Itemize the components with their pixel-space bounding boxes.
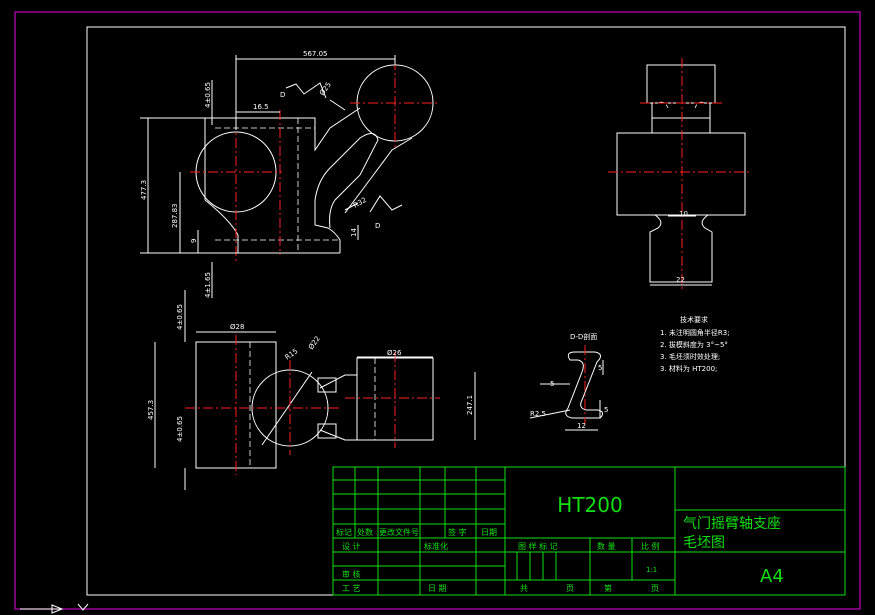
side-foot (649, 214, 713, 283)
sec-dim-12: 12 (577, 422, 586, 430)
review-label: 审 核 (342, 569, 361, 579)
dim-r32: R32 (352, 196, 368, 210)
dim-tol-065-top: 4±0.65 (176, 304, 184, 330)
section-arrow-bot (369, 195, 403, 213)
side-main-block (616, 132, 746, 216)
dim-tol-bot: 4±1.65 (204, 272, 212, 298)
note-line: 2. 拔模斜度为 3°~5° (660, 340, 728, 349)
title-block: HT200 气门摇臂轴支座 毛坯图 A4 1:1 标记 处数 更改文件号 签 字… (332, 466, 846, 596)
dim-r15: R15 (284, 347, 300, 361)
section-title: D-D剖面 (570, 332, 597, 341)
dim-phi22: Ø22 (307, 335, 322, 351)
dim-phi26: Ø26 (387, 349, 402, 357)
dim-16-5: 16.5 (253, 103, 269, 111)
section-profile (565, 351, 604, 419)
row-label: 标记 (336, 527, 352, 537)
scale-value: 1:1 (646, 566, 657, 574)
front-right-foot (314, 200, 341, 253)
technical-notes: 技术要求 1. 未注明圆角半径R3; 2. 拔模斜度为 3°~5° 3. 毛坯须… (660, 315, 730, 373)
stage-mark-label: 图 样 标 记 (518, 541, 558, 551)
front-view: 567.05 D D 16.5 Ø25 477.3 287.83 9 4±0.6… (140, 50, 440, 298)
sec-dim-5c: 5 (604, 406, 608, 414)
top-view: Ø28 Ø26 R15 Ø22 457.3 247.1 4±0.65 4±0.6… (147, 290, 476, 490)
dim-2471: 247.1 (466, 395, 474, 415)
ratio-label: 比 例 (641, 541, 660, 551)
material-title: HT200 (557, 493, 622, 517)
dim-tol-065-bot: 4±0.65 (176, 416, 184, 442)
dim-10: 10 (679, 210, 688, 218)
part-name: 气门摇臂轴支座 (683, 516, 781, 532)
process-label: 工 艺 (342, 584, 361, 593)
side-view: 10 22 (608, 58, 752, 290)
dim-287: 287.83 (171, 204, 179, 229)
notes-title: 技术要求 (680, 315, 708, 324)
row-label: 日期 (481, 528, 497, 537)
row-label: 签 字 (448, 527, 467, 537)
page-label: 页 (566, 584, 574, 593)
dim-14: 14 (350, 228, 358, 237)
front-left-fillet (204, 199, 239, 236)
design-label: 设 计 (342, 541, 361, 551)
section-dd: D-D剖面 5 5 5 R2.5 12 (529, 332, 608, 431)
quantity-label: 数 量 (597, 541, 616, 551)
dim-9: 9 (190, 239, 198, 243)
dim-tol-top: 4±0.65 (204, 82, 212, 108)
total-label: 共 (520, 584, 528, 593)
leader-r25 (329, 99, 346, 111)
dim-phi28: Ø28 (230, 323, 244, 331)
front-body-top (205, 107, 361, 152)
note-line: 1. 未注明圆角半径R3; (660, 328, 730, 337)
note-line: 3. 毛坯须时效处理; (660, 352, 720, 361)
dim-477: 477.3 (140, 180, 148, 200)
sheet-label: 第 (604, 583, 612, 593)
dim-567: 567.05 (303, 50, 328, 58)
cad-drawing: 567.05 D D 16.5 Ø25 477.3 287.83 9 4±0.6… (14, 11, 861, 614)
row-label: 更改文件号 (379, 527, 419, 537)
drawing-type: 毛坯图 (683, 535, 725, 551)
section-d-2: D (375, 222, 380, 230)
standardize-label: 标准化 (424, 541, 448, 551)
note-line: 3. 材料为 HT200; (660, 364, 717, 373)
side-top-block (646, 64, 716, 104)
sec-dim-r25: R2.5 (530, 410, 546, 418)
sheet-size: A4 (760, 566, 784, 587)
dim-22: 22 (676, 276, 685, 284)
sec-dim-5: 5 (550, 380, 554, 388)
dim-4573: 457.3 (147, 400, 155, 420)
top-diag-line (261, 371, 313, 446)
row-label: 处数 (357, 527, 373, 537)
date-label: 日 期 (428, 584, 447, 593)
sec-dim-5b: 5 (598, 364, 602, 372)
page-label: 页 (651, 584, 659, 593)
section-d-1: D (280, 91, 285, 99)
